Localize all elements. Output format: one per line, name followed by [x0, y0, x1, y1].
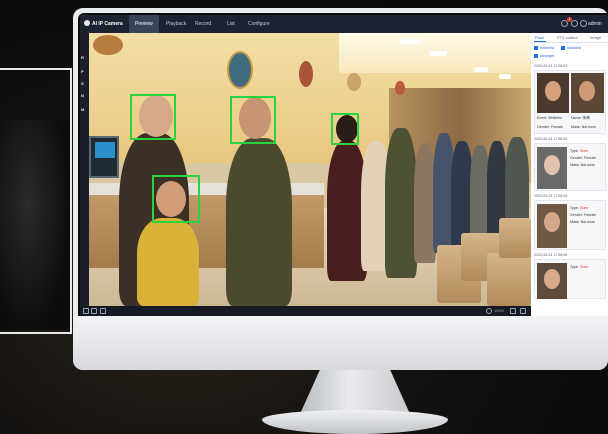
- filter-label: whitelist: [540, 45, 555, 50]
- gender-info: Gender: Female: [570, 156, 596, 160]
- mask-info: Mask: Not worn: [570, 163, 595, 167]
- tab-record[interactable]: Record: [189, 15, 217, 33]
- panel-tabs: Push PTZ control Image: [531, 33, 608, 43]
- app-logo-icon: [84, 20, 90, 26]
- wall-decoration: [395, 81, 405, 95]
- app-screen: AI IP Camera Preview Playback Record Lis…: [80, 15, 608, 316]
- event-card[interactable]: Type: Stare Gender: Female Mask: Not wor…: [534, 143, 606, 191]
- tab-configure[interactable]: Configure: [242, 15, 276, 33]
- tab-push[interactable]: Push: [535, 35, 544, 40]
- gender-info: Gender: Female: [570, 213, 596, 217]
- mask-info: Mask: Not worn: [570, 220, 595, 224]
- tab-list[interactable]: List: [221, 15, 241, 33]
- gender-info: Gender: Female: [537, 125, 563, 129]
- child-body: [137, 218, 199, 306]
- active-tab-indicator: [534, 41, 546, 42]
- filter-whitelist[interactable]: whitelist: [534, 45, 554, 50]
- capture-thumbnail: [537, 263, 567, 299]
- live-video-feed[interactable]: [89, 33, 531, 306]
- event-timestamp: 2025-06-24 17:56:56: [534, 194, 568, 198]
- face-image: [579, 81, 595, 101]
- zoom-level: 100%: [494, 308, 505, 313]
- sidebar-item-4[interactable]: N: [81, 93, 84, 98]
- register-screen: [95, 142, 115, 158]
- face-image: [544, 155, 560, 175]
- shopping-bag: [499, 218, 531, 258]
- tab-playback[interactable]: Playback: [160, 15, 192, 33]
- face-detection-box[interactable]: [230, 96, 276, 144]
- event-type: Type: Stare: [570, 265, 589, 269]
- tab-ptz-control[interactable]: PTZ control: [557, 35, 578, 40]
- wall-decoration: [227, 51, 253, 89]
- help-icon[interactable]: [571, 20, 578, 27]
- event-card[interactable]: Event: Whitelist Name: 朱晴 Gender: Female…: [534, 70, 606, 134]
- event-card[interactable]: Type: Stare Gender: Female Mask: Not wor…: [534, 200, 606, 250]
- left-sidebar: R P S N M: [80, 33, 89, 306]
- face-detection-box[interactable]: [152, 175, 200, 223]
- checkbox-icon: [534, 45, 538, 50]
- wall-decoration: [299, 61, 313, 87]
- face-image: [544, 269, 560, 289]
- top-navbar: AI IP Camera Preview Playback Record Lis…: [80, 15, 608, 33]
- video-toolbar: 100%: [80, 306, 531, 316]
- event-type: Event: Whitelist: [537, 116, 562, 120]
- reference-thumbnail: [571, 73, 604, 113]
- face-detection-box[interactable]: [331, 113, 359, 145]
- event-timestamp: 2025-06-24 17:56:53: [534, 64, 568, 68]
- ceiling-light: [399, 39, 421, 44]
- event-push-panel: Push PTZ control Image whitelist blackli…: [531, 33, 608, 316]
- mask-info: Mask: Not worn: [571, 125, 596, 129]
- tab-preview[interactable]: Preview: [129, 15, 159, 33]
- background-frame-outline: [0, 68, 72, 334]
- sidebar-item-5[interactable]: M: [81, 107, 84, 112]
- sidebar-item-2[interactable]: P: [81, 69, 84, 74]
- capture-thumbnail: [537, 73, 569, 113]
- ceiling-light: [474, 67, 488, 72]
- person-name: Name: 朱晴: [571, 116, 590, 120]
- ceiling-light: [429, 51, 447, 56]
- capture-thumbnail: [537, 147, 567, 189]
- shopper-body: [385, 128, 417, 278]
- filter-blacklist[interactable]: blacklist: [561, 45, 581, 50]
- face-image: [545, 81, 561, 101]
- filter-label: blacklist: [567, 45, 582, 50]
- wall-decoration: [347, 73, 361, 91]
- shopping-bag: [487, 253, 531, 306]
- fullscreen-icon[interactable]: [520, 308, 526, 314]
- volume-icon[interactable]: [91, 308, 97, 314]
- user-icon[interactable]: [580, 20, 587, 27]
- record-icon[interactable]: [510, 308, 516, 314]
- face-detection-box[interactable]: [130, 94, 176, 140]
- checkbox-icon: [561, 45, 565, 50]
- filter-stranger[interactable]: stranger: [534, 53, 555, 58]
- settings-icon[interactable]: [486, 308, 492, 314]
- username-label[interactable]: admin: [588, 21, 602, 27]
- ceiling-light: [499, 74, 511, 79]
- event-card[interactable]: Type: Stare: [534, 259, 606, 299]
- checkbox-icon: [534, 53, 538, 58]
- snapshot-icon[interactable]: [100, 308, 106, 314]
- tab-image[interactable]: Image: [590, 35, 601, 40]
- wall-decoration: [93, 35, 123, 55]
- event-timestamp: 2025-06-24 17:56:56: [534, 253, 568, 257]
- sidebar-item-1[interactable]: R: [81, 55, 84, 60]
- event-type: Type: Stare: [570, 206, 589, 210]
- capture-thumbnail: [537, 204, 567, 248]
- event-type: Type: Stare: [570, 149, 589, 153]
- stop-icon[interactable]: [83, 308, 89, 314]
- event-timestamp: 2025-06-24 17:56:53: [534, 137, 568, 141]
- cash-register: [89, 136, 119, 178]
- man-body: [226, 138, 292, 306]
- face-image: [544, 212, 560, 232]
- filter-label: stranger: [540, 53, 555, 58]
- app-title: AI IP Camera: [92, 21, 123, 27]
- sidebar-item-3[interactable]: S: [81, 81, 84, 86]
- monitor-chin: [73, 316, 608, 370]
